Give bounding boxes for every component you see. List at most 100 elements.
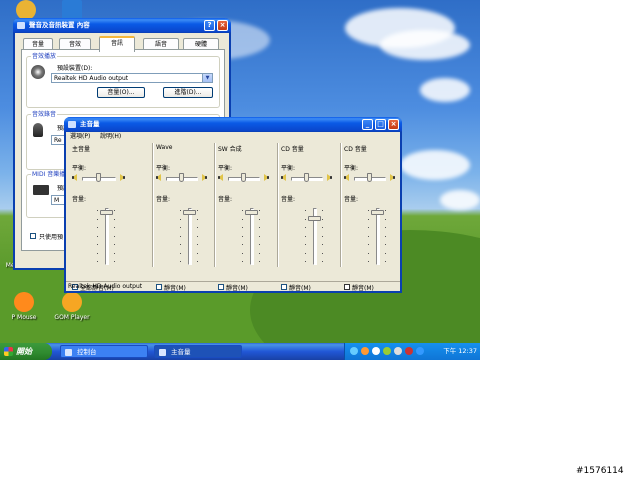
tick-mark (385, 218, 386, 220)
maximize-button[interactable]: □ (375, 119, 386, 130)
volume-slider-thumb[interactable] (100, 210, 113, 216)
tick-mark (180, 244, 181, 245)
chevron-down-icon: ▼ (202, 74, 212, 82)
desktop-icon-gom[interactable]: GOM Player (48, 292, 96, 321)
balance-slider-thumb[interactable] (367, 173, 372, 182)
tick-mark (180, 235, 181, 237)
playback-group: 音效播放 預設裝置(D): Realtek HD Audio output ▼ … (26, 53, 220, 108)
tick-mark (385, 235, 386, 237)
tick-mark (114, 244, 115, 245)
system-tray: 下午 12:37 (344, 343, 480, 360)
volume-slider-thumb[interactable] (371, 210, 384, 216)
tick-mark (197, 235, 198, 237)
volume-icon[interactable] (394, 347, 402, 355)
tray-app-icon[interactable] (405, 347, 413, 355)
speaker-icon (31, 65, 45, 79)
playback-device-select[interactable]: Realtek HD Audio output ▼ (51, 73, 213, 83)
tick-mark (368, 210, 369, 211)
balance-label: 平衡: (156, 165, 171, 172)
taskbar: 開始 控制台 主音量 下午 12:37 (0, 343, 480, 360)
tray-app-icon[interactable] (361, 347, 369, 355)
master-volume-window: 主音量 _ □ × 選項(P) 說明(H) 主音量 平衡: 音量: 全部靜音(M) W… (64, 117, 402, 293)
balance-label: 平衡: (344, 165, 359, 172)
speaker-right-icon (120, 174, 125, 181)
tick-mark (242, 210, 243, 211)
title-bar[interactable]: 聲音及音訊裝置 內容 ? × (13, 18, 231, 33)
tick-mark (97, 227, 98, 228)
network-icon[interactable] (350, 347, 358, 355)
tick-mark (197, 218, 198, 220)
tick-mark (114, 235, 115, 237)
tick-mark (242, 218, 243, 220)
volume-slider-thumb[interactable] (183, 210, 196, 216)
tick-mark (114, 252, 115, 254)
volume-slider-track[interactable] (250, 208, 254, 265)
balance-slider-thumb[interactable] (96, 173, 101, 182)
tick-mark (242, 244, 243, 245)
volume-slider-track[interactable] (105, 208, 109, 265)
speaker-left-icon (72, 174, 77, 181)
help-button[interactable]: ? (204, 20, 215, 31)
volume-slider-track[interactable] (188, 208, 192, 265)
tick-mark (385, 210, 386, 211)
tick-mark (322, 235, 323, 237)
tick-mark (322, 218, 323, 220)
tick-mark (259, 235, 260, 237)
task-label: 主音量 (171, 348, 191, 356)
tray-app-icon[interactable] (383, 347, 391, 355)
task-control-panel[interactable]: 控制台 (60, 345, 148, 358)
tick-mark (197, 227, 198, 228)
advanced-button[interactable]: 進階(D)... (163, 87, 213, 98)
tray-app-icon[interactable] (416, 347, 424, 355)
menu-help[interactable]: 說明(H) (100, 132, 121, 141)
volume-slider-thumb[interactable] (308, 215, 321, 221)
channel-name: CD 音量 (281, 146, 304, 153)
tick-mark (385, 227, 386, 228)
close-button[interactable]: × (388, 119, 399, 130)
close-button[interactable]: × (217, 20, 228, 31)
tick-mark (368, 252, 369, 254)
playback-device-label: 預設裝置(D): (57, 65, 93, 72)
minimize-button[interactable]: _ (362, 119, 373, 130)
cloud (380, 30, 470, 60)
title-bar[interactable]: 主音量 _ □ × (64, 117, 402, 132)
tick-mark (180, 252, 181, 254)
desktop-icon-pmouse[interactable]: P Mouse (0, 292, 48, 321)
channel-name: 主音量 (72, 146, 91, 153)
tick-mark (385, 244, 386, 245)
task-master-volume[interactable]: 主音量 (154, 345, 242, 358)
tick-mark (259, 261, 260, 262)
volume-button[interactable]: 音量(O)... (97, 87, 145, 98)
cloud (400, 150, 470, 180)
group-label: 音效錄音 (31, 111, 58, 118)
balance-slider-thumb[interactable] (179, 173, 184, 182)
tick-mark (180, 210, 181, 211)
volume-slider-track[interactable] (376, 208, 380, 265)
menu-bar: 選項(P) 說明(H) (66, 132, 400, 141)
volume-label: 音量: (344, 196, 359, 203)
select-value: Realtek HD Audio output (54, 75, 129, 82)
tick-mark (197, 210, 198, 211)
tick-mark (197, 244, 198, 245)
windows-logo-icon (4, 347, 13, 356)
start-button[interactable]: 開始 (0, 343, 52, 360)
tick-mark (97, 235, 98, 237)
balance-slider-thumb[interactable] (241, 173, 246, 182)
default-only-checkbox[interactable] (30, 233, 36, 239)
tab-audio[interactable]: 音訊 (99, 36, 135, 52)
tick-mark (385, 252, 386, 254)
tray-app-icon[interactable] (372, 347, 380, 355)
speaker-icon (17, 22, 25, 29)
tick-mark (305, 218, 306, 220)
tick-mark (242, 252, 243, 254)
tick-mark (114, 227, 115, 228)
window-title: 聲音及音訊裝置 內容 (29, 21, 90, 29)
menu-options[interactable]: 選項(P) (70, 132, 90, 141)
volume-slider-thumb[interactable] (245, 210, 258, 216)
tick-mark (259, 252, 260, 254)
tick-mark (305, 210, 306, 211)
tick-mark (97, 244, 98, 245)
balance-slider-thumb[interactable] (304, 173, 309, 182)
balance-label: 平衡: (218, 165, 233, 172)
task-label: 控制台 (77, 348, 97, 356)
